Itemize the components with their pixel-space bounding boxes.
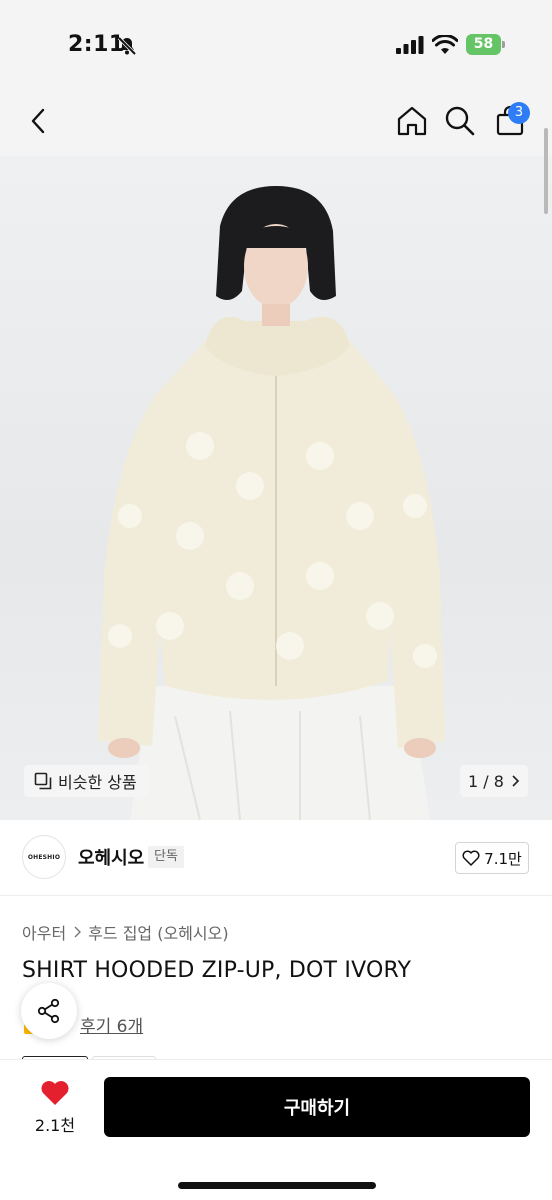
share-icon [37,998,60,1024]
share-button[interactable] [21,983,77,1039]
similar-items-label: 비슷한 상품 [58,773,137,792]
bottom-action-bar: 2.1천 구매하기 [0,1059,552,1200]
battery-level: 58 [466,34,501,55]
home-icon[interactable] [396,105,428,137]
brand-name[interactable]: 오헤시오 [78,844,144,870]
breadcrumb-subcategory[interactable]: 후드 집업 (오헤시오) [88,920,228,944]
home-indicator[interactable] [178,1182,376,1189]
product-title: SHIRT HOODED ZIP-UP, DOT IVORY [22,958,412,983]
search-icon[interactable] [444,105,476,137]
brand-row: OHESHIO 오헤시오 단독 7.1만 [0,820,552,896]
image-counter-button[interactable]: 1 / 8 [460,765,528,797]
brand-logo[interactable]: OHESHIO [22,835,66,879]
brand-like-count: 7.1만 [484,849,522,868]
similar-items-icon [34,772,52,790]
product-photo [98,186,445,820]
heart-outline-icon [462,850,480,866]
buy-button[interactable]: 구매하기 [104,1077,530,1137]
bell-off-icon [117,36,137,56]
battery-indicator: 58 [466,34,506,55]
breadcrumb: 아우터 후드 집업 (오헤시오) [22,920,229,944]
wish-count: 2.1천 [34,1116,76,1135]
chevron-right-icon [512,775,520,787]
exclusive-badge: 단독 [148,846,184,868]
scrollbar[interactable] [544,128,548,214]
chevron-right-icon [74,926,82,938]
image-counter-text: 1 / 8 [468,771,504,791]
cart-count-badge: 3 [508,102,530,124]
back-icon[interactable] [24,106,54,136]
wifi-icon [432,35,458,54]
heart-filled-icon[interactable] [40,1080,70,1106]
review-count-link[interactable]: 후기 6개 [80,1012,143,1037]
top-nav-bar [0,88,552,156]
similar-items-button[interactable]: 비슷한 상품 [24,765,149,797]
status-bar: 2:11 58 [0,0,552,88]
signal-icon [396,36,424,54]
breadcrumb-category[interactable]: 아우터 [22,920,66,944]
battery-cap [502,41,505,48]
brand-like-button[interactable]: 7.1만 [455,842,529,874]
product-image-gallery[interactable] [0,156,552,820]
brand-logo-text: OHESHIO [27,853,61,861]
